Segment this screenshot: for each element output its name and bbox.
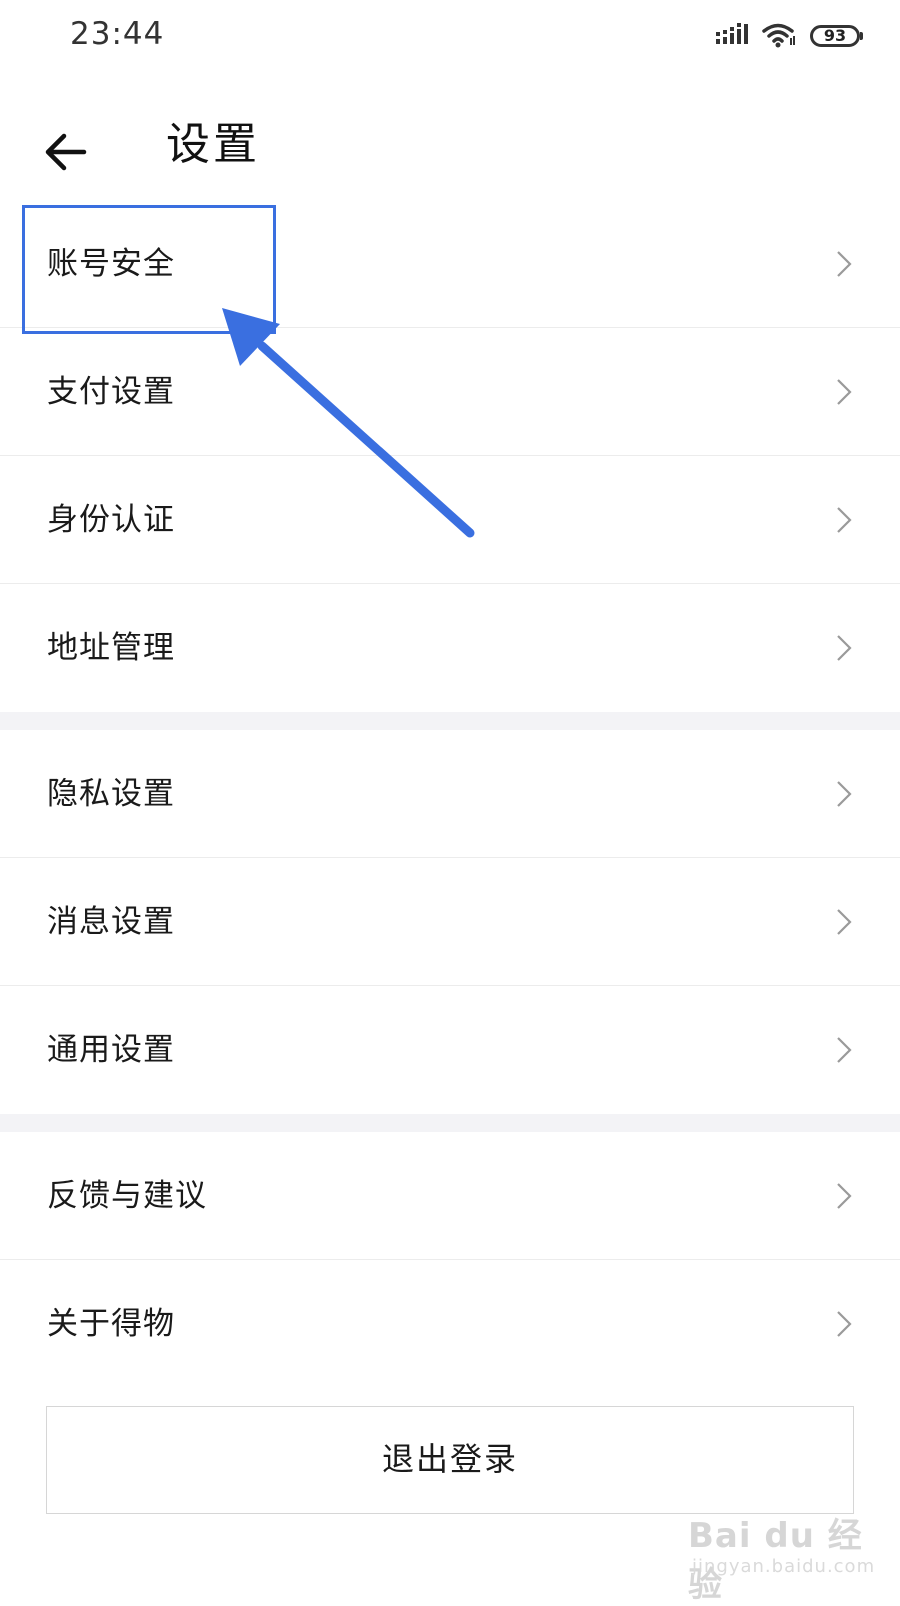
list-item-label: 通用设置: [47, 1032, 175, 1068]
back-button[interactable]: [38, 110, 98, 171]
status-bar: 23:44 93: [0, 0, 900, 76]
list-item-privacy-settings[interactable]: 隐私设置: [0, 730, 900, 858]
list-item-general-settings[interactable]: 通用设置: [0, 986, 900, 1114]
chevron-right-icon: [837, 507, 852, 533]
chevron-right-icon: [837, 635, 852, 661]
watermark-sub: jingyan.baidu.com: [692, 1556, 876, 1577]
chevron-right-icon: [837, 251, 852, 277]
chevron-right-icon: [837, 909, 852, 935]
list-item-identity-verification[interactable]: 身份认证: [0, 456, 900, 584]
page-title: 设置: [166, 119, 260, 170]
battery-level: 93: [823, 26, 847, 45]
section-gap: [0, 712, 900, 730]
chevron-right-icon: [837, 1037, 852, 1063]
list-item-label: 关于得物: [47, 1306, 175, 1342]
settings-group-account: 账号安全 支付设置 身份认证 地址管理: [0, 200, 900, 712]
list-item-address-management[interactable]: 地址管理: [0, 584, 900, 712]
watermark-logo: Bai du 经验 jingyan.baidu.com: [688, 1508, 888, 1605]
chevron-right-icon: [837, 1311, 852, 1337]
chevron-right-icon: [837, 379, 852, 405]
list-item-about[interactable]: 关于得物: [0, 1260, 900, 1388]
back-arrow-icon: [45, 133, 87, 171]
list-item-label: 消息设置: [47, 904, 175, 940]
list-item-payment-settings[interactable]: 支付设置: [0, 328, 900, 456]
list-item-account-security[interactable]: 账号安全: [0, 200, 900, 328]
list-item-feedback[interactable]: 反馈与建议: [0, 1132, 900, 1260]
list-item-label: 地址管理: [47, 630, 175, 666]
logout-button[interactable]: 退出登录: [46, 1406, 854, 1514]
signal-icon: [716, 23, 748, 44]
section-gap: [0, 1114, 900, 1132]
list-item-message-settings[interactable]: 消息设置: [0, 858, 900, 986]
wifi-icon: [762, 23, 795, 48]
settings-group-preferences: 隐私设置 消息设置 通用设置: [0, 730, 900, 1114]
chevron-right-icon: [837, 781, 852, 807]
list-item-label: 身份认证: [47, 502, 175, 538]
list-item-label: 隐私设置: [47, 776, 175, 812]
list-item-label: 账号安全: [47, 246, 175, 282]
header: 设置: [0, 90, 900, 190]
status-time: 23:44: [70, 16, 165, 52]
list-item-label: 反馈与建议: [47, 1178, 207, 1214]
battery-icon: 93: [810, 25, 860, 47]
list-item-label: 支付设置: [47, 374, 175, 410]
battery-tip: [860, 32, 863, 40]
chevron-right-icon: [837, 1183, 852, 1209]
settings-group-about: 反馈与建议 关于得物: [0, 1132, 900, 1388]
